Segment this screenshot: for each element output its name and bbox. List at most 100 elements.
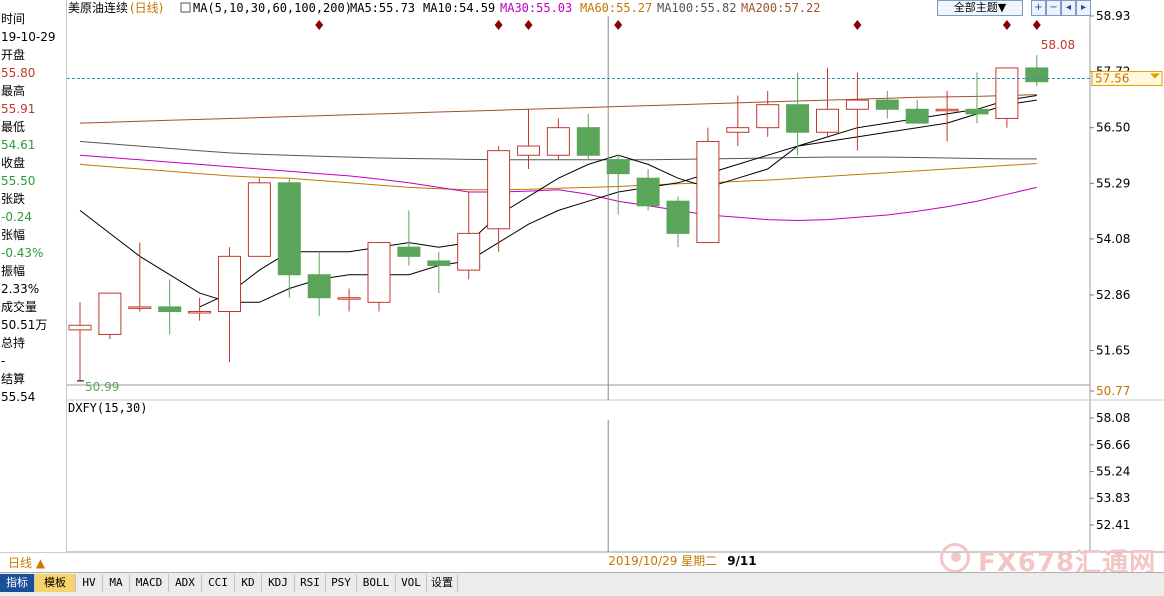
candle-body-down <box>875 99 899 110</box>
candle <box>457 192 481 280</box>
candle-body-up <box>188 310 212 314</box>
tab-boll[interactable]: BOLL <box>357 574 396 592</box>
price-tick-label: 54.08 <box>1096 232 1130 246</box>
tab-指标[interactable]: 指标 <box>0 574 35 592</box>
info-row: 50.51万 <box>1 318 48 332</box>
candle-body-down <box>606 159 630 175</box>
candle <box>905 100 929 124</box>
indicator-tick-label: 58.08 <box>1096 411 1130 425</box>
candle <box>128 242 152 312</box>
chart-period: (日线) <box>130 1 163 15</box>
info-row: 总持 <box>1 336 26 350</box>
info-row: -0.24 <box>1 210 33 224</box>
price-tick-label: 51.65 <box>1096 344 1130 358</box>
indicator-tick-label: 55.24 <box>1096 465 1130 479</box>
tab-ma[interactable]: MA <box>103 574 130 592</box>
tab-模板[interactable]: 模板 <box>35 574 76 592</box>
candle <box>576 113 600 160</box>
back-icon[interactable]: ◂ <box>1061 0 1076 16</box>
info-row: 55.80 <box>1 66 36 80</box>
next-date-label: 9/11 <box>727 554 756 568</box>
event-marker-icon[interactable] <box>853 20 862 30</box>
event-marker-icon[interactable] <box>315 20 324 30</box>
candle-body-up <box>457 232 481 271</box>
info-row: 最高 <box>1 84 26 98</box>
ma-value: MA10:54.59 <box>423 1 495 15</box>
price-tick-label: 58.93 <box>1096 9 1130 23</box>
candle <box>995 67 1019 128</box>
main-chart[interactable]: 58.9357.7256.5055.2954.0852.8651.6550.77… <box>0 0 1164 572</box>
forward-icon[interactable]: ▸ <box>1076 0 1091 16</box>
tab-kdj[interactable]: KDJ <box>262 574 295 592</box>
tab-设置[interactable]: 设置 <box>427 574 458 592</box>
info-row: 54.61 <box>1 138 36 152</box>
candle-body-up <box>487 150 511 230</box>
indicator-tabs: 指标 模板 HV MA MACD ADX CCI KD KDJ RSI PSY BOLL VOL 设置 <box>0 572 1164 596</box>
tab-rsi[interactable]: RSI <box>295 574 326 592</box>
plus-icon[interactable]: + <box>1031 0 1046 16</box>
info-row: 55.50 <box>1 174 36 188</box>
theme-select[interactable]: 全部主题▼ <box>937 0 1023 16</box>
candle <box>696 127 720 244</box>
event-marker-icon[interactable] <box>494 20 503 30</box>
candle <box>247 178 271 257</box>
info-panel: 时间 19-10-29 开盘 55.80 最高 55.91 最低 54.61 收盘 55.50 张跌… <box>0 0 67 552</box>
candle-body-down <box>965 108 989 115</box>
candle-body-down <box>158 306 182 312</box>
candle-body-up <box>68 324 92 331</box>
candle-body-up <box>845 99 869 110</box>
info-row: -0.43% <box>1 246 44 260</box>
tab-hv[interactable]: HV <box>76 574 103 592</box>
candle-body-up <box>696 140 720 244</box>
low-annotation: 50.99 <box>85 380 119 394</box>
minus-icon[interactable]: − <box>1046 0 1061 16</box>
info-row: 成交量 <box>1 300 38 314</box>
candle <box>1025 55 1049 87</box>
tab-kd[interactable]: KD <box>235 574 262 592</box>
candle <box>98 292 122 340</box>
watermark-logo-icon <box>940 543 970 573</box>
candle <box>845 72 869 151</box>
info-row: 55.54 <box>1 390 36 404</box>
candle-body-down <box>397 246 421 257</box>
candle-body-down <box>277 182 301 276</box>
price-tick-label: 50.77 <box>1096 384 1130 398</box>
price-tick-label: 56.50 <box>1096 121 1130 135</box>
candle <box>337 288 361 312</box>
event-marker-icon[interactable] <box>614 20 623 30</box>
candle-body-up <box>367 242 391 303</box>
ma-settings-icon[interactable] <box>180 2 191 13</box>
period-selector[interactable]: 日线 ▲ <box>0 555 66 572</box>
tab-vol[interactable]: VOL <box>396 574 427 592</box>
candle <box>636 169 660 211</box>
candle <box>277 178 301 298</box>
candle-body-down <box>307 274 331 299</box>
candle-body-down <box>905 108 929 124</box>
info-row: 时间 <box>1 12 26 26</box>
candle <box>158 279 182 335</box>
candle <box>487 146 511 252</box>
tab-macd[interactable]: MACD <box>130 574 169 592</box>
event-marker-icon[interactable] <box>1002 20 1011 30</box>
info-row: 张跌 <box>1 192 26 206</box>
indicator-tick-label: 53.83 <box>1096 491 1130 505</box>
tab-psy[interactable]: PSY <box>326 574 357 592</box>
candle-body-up <box>935 108 959 112</box>
candle-body-up <box>247 182 271 257</box>
candle-body-up <box>726 127 750 133</box>
event-marker-icon[interactable] <box>524 20 533 30</box>
crosshair-date-label: 2019/10/29 星期二 <box>608 554 717 568</box>
candle <box>965 72 989 124</box>
event-marker-icon[interactable] <box>1032 20 1041 30</box>
ma-value: MA100:55.82 <box>657 1 736 15</box>
candle <box>935 90 959 142</box>
candle-body-up <box>337 297 361 300</box>
candle <box>397 210 421 266</box>
candle <box>786 72 810 156</box>
info-row: 收盘 <box>1 156 26 170</box>
indicator-label: DXFY(15,30) <box>68 401 147 415</box>
ma60-line <box>79 163 1037 191</box>
tab-adx[interactable]: ADX <box>169 574 202 592</box>
info-row: 最低 <box>1 120 26 134</box>
tab-cci[interactable]: CCI <box>202 574 235 592</box>
